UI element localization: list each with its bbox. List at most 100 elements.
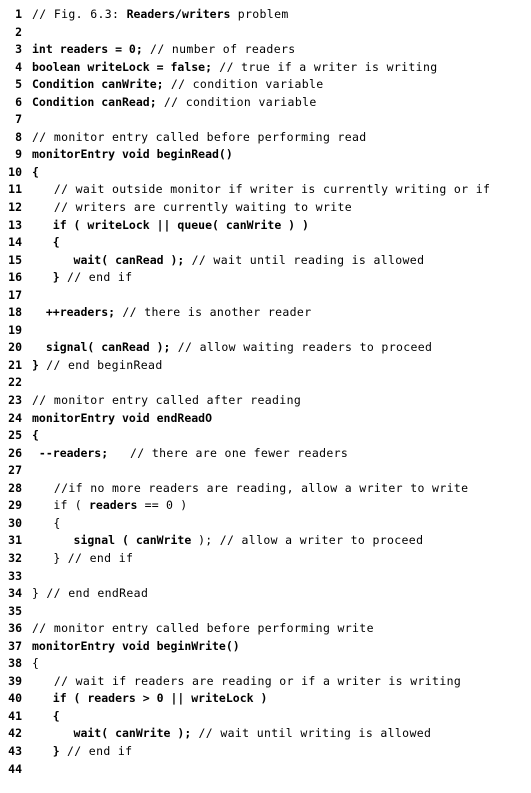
line-number: 35 — [8, 603, 22, 618]
code-token: { — [32, 708, 60, 723]
line-content: monitorEntry void endReadO — [32, 410, 212, 428]
code-comment: // wait until writing is allowed — [191, 726, 432, 741]
code-comment: // end if — [59, 743, 133, 758]
code-line: 42 wait( canWrite ); // wait until writi… — [0, 725, 531, 743]
code-token: } — [32, 743, 60, 758]
code-comment: // allow a writer to proceed — [212, 533, 424, 548]
code-token: signal( canRead ); — [32, 340, 171, 355]
code-token: if ( writeLock || queue( canWrite ) ) — [32, 217, 309, 232]
code-comment: // end endRead — [39, 586, 149, 601]
line-content: } // end if — [32, 550, 133, 568]
code-line: 5 Condition canWrite; // condition variab… — [0, 76, 531, 94]
code-line: 16 } // end if — [0, 269, 531, 287]
code-token: wait( canWrite ); — [32, 726, 192, 741]
code-listing: 1// Fig. 6.3: Readers/writers problem 2 3 i… — [0, 0, 531, 793]
line-number: 10 — [8, 164, 22, 179]
code-token: Condition canWrite; — [32, 77, 164, 92]
line-content: { — [32, 708, 60, 726]
code-line: 4 boolean writeLock = false; // true if a… — [0, 59, 531, 77]
code-line: 27 — [0, 462, 531, 480]
code-line: 13 if ( writeLock || queue( canWrite ) ) — [0, 217, 531, 235]
line-content: if ( readers == 0 ) — [32, 497, 187, 515]
line-number: 23 — [8, 393, 22, 408]
code-line: 22 — [0, 374, 531, 392]
code-token: { — [32, 164, 39, 179]
line-content: int readers = 0; // number of readers — [32, 41, 296, 59]
line-number: 21 — [8, 357, 22, 372]
code-line: 3 int readers = 0; // number of readers — [0, 41, 531, 59]
code-comment: // wait until reading is allowed — [184, 252, 425, 267]
line-number: 7 — [15, 112, 22, 127]
line-number: 1 — [15, 7, 22, 21]
code-comment: // allow waiting readers to proceed — [170, 340, 433, 355]
line-number: 11 — [8, 182, 22, 197]
line-content: { — [32, 515, 61, 533]
code-token: boolean writeLock = false; — [32, 59, 213, 74]
code-comment: // Fig. 6.3: — [32, 7, 127, 21]
code-token: ); — [198, 533, 213, 548]
code-token: Condition canRead; — [32, 94, 157, 109]
code-line: 38 { — [0, 655, 531, 673]
line-number: 39 — [8, 673, 22, 688]
line-number: 32 — [8, 550, 22, 565]
line-content: // monitor entry called before performin… — [32, 620, 374, 638]
line-number: 36 — [8, 621, 22, 636]
code-token: monitorEntry void endReadO — [32, 410, 213, 425]
line-content: boolean writeLock = false; // true if a … — [32, 59, 438, 77]
line-content: monitorEntry void beginRead() — [32, 146, 233, 164]
code-line: 6 Condition canRead; // condition variabl… — [0, 94, 531, 112]
code-line: 11 // wait outside monitor if writer is … — [0, 181, 531, 199]
code-line: 18 ++readers; // there is another reader — [0, 304, 531, 322]
code-token: } — [32, 357, 39, 372]
line-content: } // end endRead — [32, 585, 148, 603]
line-number: 44 — [8, 761, 22, 776]
code-comment: //if no more readers are reading, allow … — [32, 480, 469, 495]
code-comment: // condition variable — [163, 77, 324, 92]
line-content: signal ( canWrite ); // allow a writer t… — [32, 532, 423, 550]
code-token: Readers/writers — [126, 7, 231, 21]
code-line: 37 monitorEntry void beginWrite() — [0, 638, 531, 656]
code-line: 41 { — [0, 708, 531, 726]
line-number: 24 — [8, 410, 22, 425]
line-number: 16 — [8, 270, 22, 285]
line-content: wait( canWrite ); // wait until writing … — [32, 725, 431, 743]
code-line: 15 wait( canRead ); // wait until readin… — [0, 252, 531, 270]
code-token: if ( readers > 0 || writeLock ) — [32, 691, 268, 706]
code-line: 21} // end beginRead — [0, 357, 531, 375]
line-content: { — [32, 655, 39, 673]
line-number: 12 — [8, 200, 22, 215]
code-comment: // number of readers — [142, 42, 296, 57]
line-number: 33 — [8, 568, 22, 583]
line-number: 15 — [8, 252, 22, 267]
code-comment: // there are one fewer readers — [108, 445, 349, 460]
line-number: 26 — [8, 445, 22, 460]
line-content: if ( readers > 0 || writeLock ) — [32, 690, 268, 708]
code-comment: // monitor entry called after reading — [32, 393, 302, 408]
code-token: readers — [89, 498, 138, 513]
line-content: ++readers; // there is another reader — [32, 304, 311, 322]
code-comment: // wait outside monitor if writer is cur… — [32, 182, 491, 197]
code-line: 9 monitorEntry void beginRead() — [0, 146, 531, 164]
code-token: == 0 ) — [137, 498, 188, 513]
code-comment: // end beginRead — [38, 357, 163, 372]
code-token: if ( — [32, 498, 89, 513]
line-number: 38 — [8, 656, 22, 671]
line-content: // monitor entry called after reading — [32, 392, 301, 410]
line-number: 40 — [8, 691, 22, 706]
line-number: 14 — [8, 235, 22, 250]
line-number: 29 — [8, 498, 22, 513]
line-content: } // end beginRead — [32, 357, 163, 375]
line-number: 31 — [8, 533, 22, 548]
line-content: // writers are currently waiting to writ… — [32, 199, 352, 217]
code-token: wait( canRead ); — [32, 252, 185, 267]
code-line: 29 if ( readers == 0 ) — [0, 497, 531, 515]
code-line: 35 — [0, 603, 531, 621]
code-token: signal ( canWrite — [32, 533, 199, 548]
line-number: 13 — [8, 217, 22, 232]
code-token: monitorEntry void beginWrite() — [32, 638, 240, 653]
code-line: 14 { — [0, 234, 531, 252]
code-line: 44 — [0, 761, 531, 779]
line-content: { — [32, 427, 39, 445]
code-line: 39 // wait if readers are reading or if … — [0, 673, 531, 691]
line-number: 3 — [15, 42, 22, 57]
